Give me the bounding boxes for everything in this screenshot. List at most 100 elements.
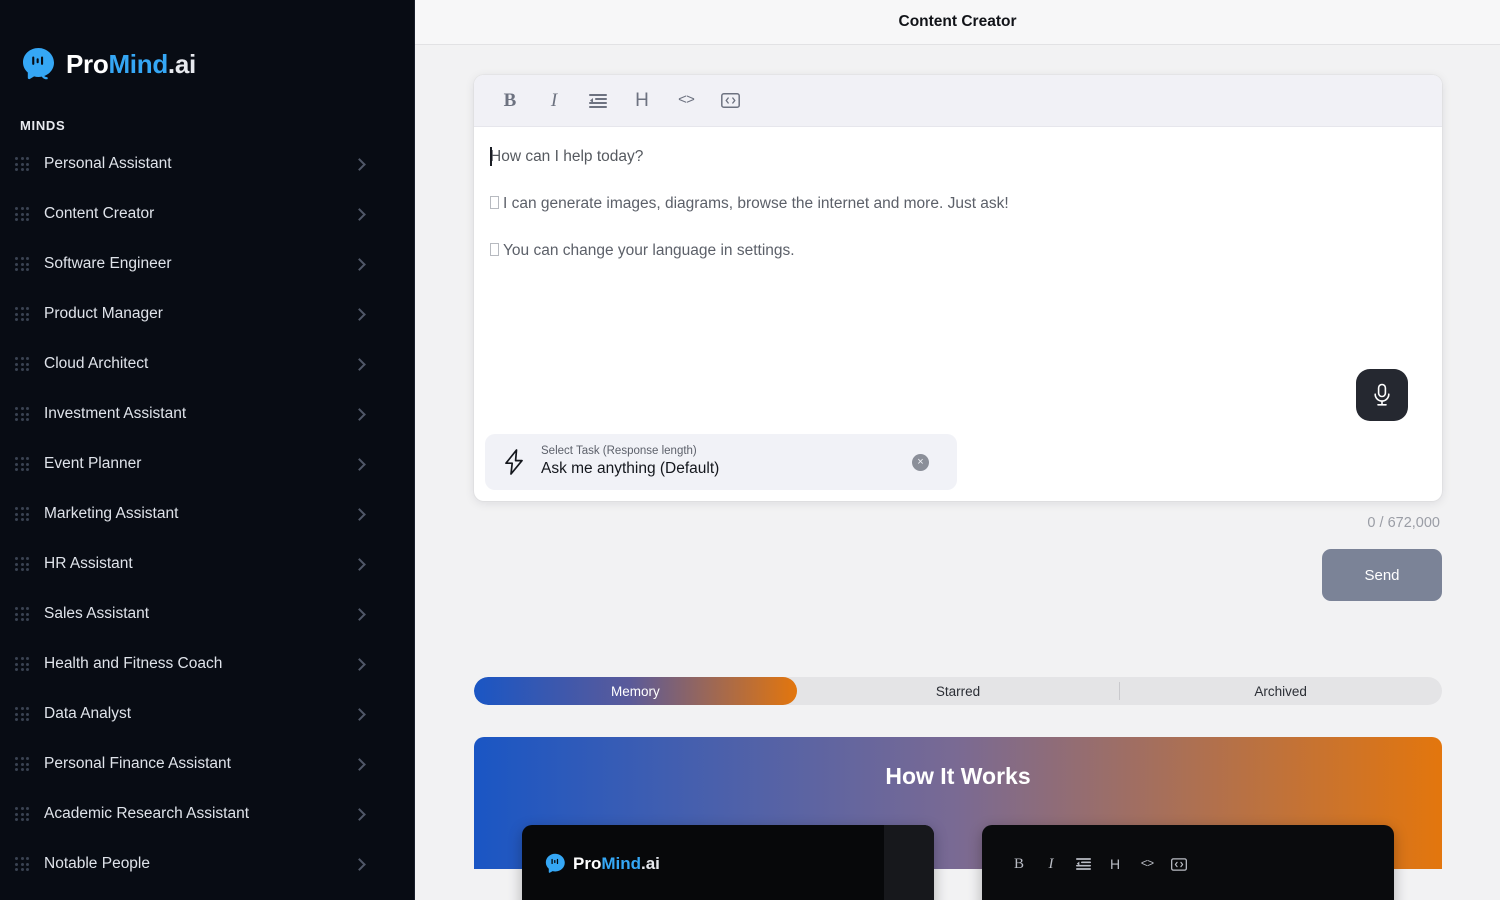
card-side-panel (884, 825, 934, 900)
sidebar-item-health-and-fitness-coach[interactable]: Health and Fitness Coach (0, 639, 414, 689)
drag-handle-icon[interactable] (14, 555, 30, 573)
chevron-right-icon[interactable] (353, 157, 366, 171)
editor-toolbar: B I H <> (474, 75, 1442, 127)
italic-button[interactable]: I (1040, 853, 1062, 875)
drag-handle-icon[interactable] (14, 255, 30, 273)
sidebar-item-content-creator[interactable]: Content Creator (0, 189, 414, 239)
sidebar-item-sales-assistant[interactable]: Sales Assistant (0, 589, 414, 639)
heading-button[interactable]: H (1104, 853, 1126, 875)
microphone-button[interactable] (1356, 369, 1408, 421)
sidebar-item-label: Sales Assistant (44, 605, 150, 622)
sidebar-item-hr-assistant[interactable]: HR Assistant (0, 539, 414, 589)
chevron-right-icon[interactable] (353, 857, 366, 871)
code-block-button[interactable] (708, 84, 752, 118)
task-selector-sublabel: Select Task (Response length) (541, 445, 697, 458)
task-selector-texts: Select Task (Response length) Ask me any… (541, 444, 912, 480)
brand-wordmark: ProMind.ai (66, 49, 196, 80)
drag-handle-icon[interactable] (14, 455, 30, 473)
top-bar: Content Creator (415, 0, 1500, 45)
prompt-textarea[interactable]: How can I help today? I can generate ima… (474, 127, 1442, 435)
sidebar-item-investment-assistant[interactable]: Investment Assistant (0, 389, 414, 439)
chevron-right-icon[interactable] (353, 507, 366, 521)
sidebar-item-academic-research-assistant[interactable]: Academic Research Assistant (0, 789, 414, 839)
sidebar-item-label: Personal Assistant (44, 155, 172, 172)
sidebar-item-label: HR Assistant (44, 555, 133, 572)
chevron-right-icon[interactable] (353, 407, 366, 421)
sidebar-item-label: Notable People (44, 855, 150, 872)
prompt-editor-card: B I H <> How can I help today? I can gen… (474, 75, 1442, 501)
sidebar-item-product-manager[interactable]: Product Manager (0, 289, 414, 339)
sidebar-item-marketing-assistant[interactable]: Marketing Assistant (0, 489, 414, 539)
drag-handle-icon[interactable] (14, 405, 30, 423)
chevron-right-icon[interactable] (353, 207, 366, 221)
chevron-right-icon[interactable] (353, 707, 366, 721)
brand-pro: Pro (66, 48, 109, 79)
drag-handle-icon[interactable] (14, 755, 30, 773)
sidebar-item-personal-assistant[interactable]: Personal Assistant (0, 139, 414, 189)
chevron-right-icon[interactable] (353, 357, 366, 371)
placeholder-line-2: I can generate images, diagrams, browse … (490, 194, 1422, 215)
chevron-right-icon[interactable] (353, 657, 366, 671)
sidebar-item-label: Content Creator (44, 205, 155, 222)
lightning-bolt-icon (503, 449, 525, 475)
tab-memory[interactable]: Memory (474, 677, 797, 705)
how-it-works-card-app[interactable]: ProMind.ai (522, 825, 934, 900)
sidebar-item-software-engineer[interactable]: Software Engineer (0, 239, 414, 289)
microphone-icon (1374, 383, 1390, 406)
send-row: Send (474, 531, 1442, 601)
how-it-works-card-editor[interactable]: B I H <> (982, 825, 1394, 900)
sidebar-item-personal-finance-assistant[interactable]: Personal Finance Assistant (0, 739, 414, 789)
send-button[interactable]: Send (1322, 549, 1442, 601)
card-brand-logo: ProMind.ai (522, 825, 934, 874)
minds-list: Personal Assistant Content Creator Softwar… (0, 139, 414, 889)
drag-handle-icon[interactable] (14, 855, 30, 873)
list-indent-icon[interactable] (1072, 853, 1094, 875)
sidebar-item-data-analyst[interactable]: Data Analyst (0, 689, 414, 739)
chevron-right-icon[interactable] (353, 457, 366, 471)
drag-handle-icon[interactable] (14, 205, 30, 223)
close-circle-icon[interactable]: × (912, 453, 929, 471)
drag-handle-icon[interactable] (14, 655, 30, 673)
code-block-button[interactable] (1168, 853, 1190, 875)
drag-handle-icon[interactable] (14, 155, 30, 173)
inline-code-button[interactable]: <> (1136, 853, 1158, 875)
brain-head-icon (544, 853, 566, 874)
chevron-right-icon[interactable] (353, 757, 366, 771)
how-it-works-title: How It Works (885, 763, 1031, 789)
missing-glyph-icon (490, 242, 499, 256)
sidebar-item-event-planner[interactable]: Event Planner (0, 439, 414, 489)
how-it-works-cards: ProMind.ai B I H <> (474, 790, 1442, 900)
drag-handle-icon[interactable] (14, 355, 30, 373)
task-selector-value: Ask me anything (Default) (541, 460, 720, 477)
sidebar-item-label: Software Engineer (44, 255, 172, 272)
tab-archived[interactable]: Archived (1119, 677, 1442, 705)
task-selector[interactable]: Select Task (Response length) Ask me any… (485, 434, 957, 490)
sidebar-item-notable-people[interactable]: Notable People (0, 839, 414, 889)
drag-handle-icon[interactable] (14, 805, 30, 823)
heading-button[interactable]: H (620, 84, 664, 118)
brand-logo[interactable]: ProMind.ai (0, 0, 414, 88)
bold-button[interactable]: B (1008, 853, 1030, 875)
placeholder-line-3: You can change your language in settings… (490, 241, 1422, 262)
placeholder-line-1: How can I help today? (490, 148, 644, 165)
sidebar-item-label: Investment Assistant (44, 405, 187, 422)
tab-starred[interactable]: Starred (797, 677, 1120, 705)
chevron-right-icon[interactable] (353, 557, 366, 571)
sidebar-item-cloud-architect[interactable]: Cloud Architect (0, 339, 414, 389)
drag-handle-icon[interactable] (14, 305, 30, 323)
bold-button[interactable]: B (488, 84, 532, 118)
page-title: Content Creator (898, 13, 1017, 30)
list-indent-icon[interactable] (576, 84, 620, 118)
inline-code-button[interactable]: <> (664, 84, 708, 118)
drag-handle-icon[interactable] (14, 605, 30, 623)
drag-handle-icon[interactable] (14, 705, 30, 723)
chevron-right-icon[interactable] (353, 607, 366, 621)
sidebar-section-label: MINDS (20, 118, 66, 133)
chevron-right-icon[interactable] (353, 807, 366, 821)
chevron-right-icon[interactable] (353, 257, 366, 271)
drag-handle-icon[interactable] (14, 505, 30, 523)
chevron-right-icon[interactable] (353, 307, 366, 321)
italic-button[interactable]: I (532, 84, 576, 118)
placeholder-line-2-text: I can generate images, diagrams, browse … (503, 194, 1009, 212)
main-content: Content Creator B I H <> How can I help … (415, 0, 1500, 900)
